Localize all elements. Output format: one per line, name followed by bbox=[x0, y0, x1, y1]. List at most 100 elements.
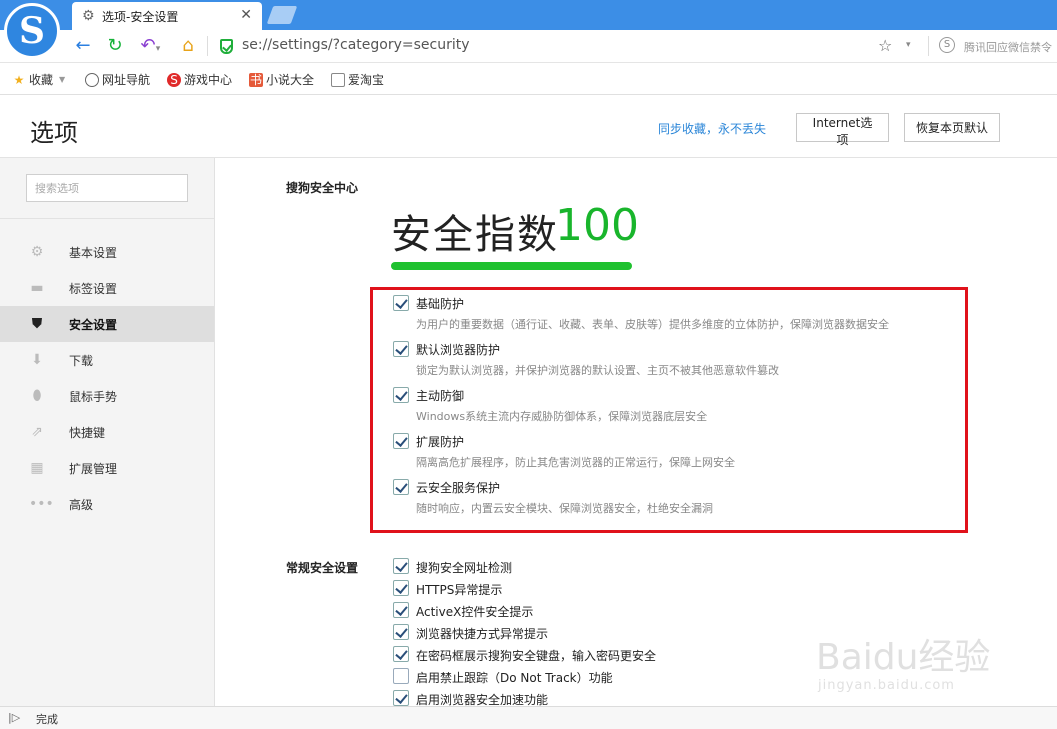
search-input[interactable] bbox=[26, 174, 188, 202]
tab-title: 选项-安全设置 bbox=[102, 9, 179, 24]
chevron-down-icon[interactable]: ▾ bbox=[906, 40, 911, 50]
option-label: ActiveX控件安全提示 bbox=[416, 605, 534, 619]
bookmark-label: 收藏 bbox=[29, 73, 54, 87]
page-icon bbox=[331, 72, 345, 87]
sidebar-toggle-icon[interactable]: |▷ bbox=[8, 711, 24, 725]
more-icon: ••• bbox=[29, 496, 54, 512]
home-icon[interactable]: ⌂ bbox=[177, 35, 199, 57]
refresh-icon[interactable]: ↻ bbox=[104, 35, 126, 57]
gear-icon: ⚙ bbox=[30, 244, 44, 260]
bookmark-favorites[interactable]: ★ 收藏 ▼ bbox=[12, 71, 66, 88]
sidebar-item-security[interactable]: ⛊ 安全设置 bbox=[0, 306, 214, 342]
title-bar: ⚙ 选项-安全设置 ✕ bbox=[0, 0, 1057, 30]
new-tab-button[interactable] bbox=[266, 6, 298, 24]
option-label: 搜狗安全网址检测 bbox=[416, 561, 513, 575]
close-tab-icon[interactable]: ✕ bbox=[240, 7, 252, 23]
security-score-bar bbox=[391, 262, 632, 270]
shortcut-icon: ⇗ bbox=[31, 424, 43, 440]
page-title: 选项 bbox=[30, 119, 78, 147]
sidebar-item-shortcuts[interactable]: ⇗ 快捷键 bbox=[0, 414, 214, 450]
sidebar-item-gestures[interactable]: ⬮ 鼠标手势 bbox=[0, 378, 214, 414]
option-label: HTTPS异常提示 bbox=[416, 583, 503, 597]
sidebar-item-tabs[interactable]: ▬ 标签设置 bbox=[0, 270, 214, 306]
bookmark-label: 游戏中心 bbox=[184, 73, 233, 87]
star-icon[interactable]: ☆ bbox=[878, 36, 892, 55]
divider bbox=[0, 218, 214, 219]
secure-shield-icon[interactable] bbox=[220, 39, 233, 54]
checkbox-extension-protection[interactable] bbox=[393, 433, 409, 449]
checkbox-https-warning[interactable] bbox=[393, 580, 409, 596]
security-score-label: 安全指数 bbox=[391, 212, 559, 258]
protection-desc: 隔离高危扩展程序，防止其危害浏览器的正常运行，保障上网安全 bbox=[416, 456, 735, 469]
chevron-down-icon[interactable]: ▼ bbox=[59, 75, 65, 84]
security-settings-panel: 搜狗安全中心 安全指数 100 基础防护 为用户的重要数据（通行证、收藏、表单、… bbox=[215, 158, 1057, 707]
tab-icon: ▬ bbox=[30, 280, 44, 296]
divider bbox=[928, 36, 929, 56]
extension-icon: ▦ bbox=[30, 460, 44, 476]
bookmark-nav[interactable]: 网址导航 bbox=[85, 71, 150, 88]
status-text: 完成 bbox=[36, 713, 58, 726]
url-input[interactable]: se://settings/?category=security bbox=[242, 37, 470, 53]
sogou-search-icon[interactable]: S bbox=[939, 37, 955, 53]
protection-desc: 为用户的重要数据（通行证、收藏、表单、皮肤等）提供多维度的立体防护，保障浏览器数… bbox=[416, 318, 889, 331]
globe-icon bbox=[85, 72, 99, 87]
browser-logo[interactable]: S bbox=[4, 3, 60, 59]
bookmark-games[interactable]: S 游戏中心 bbox=[167, 71, 232, 88]
protection-label: 基础防护 bbox=[416, 297, 465, 311]
sidebar-item-label: 高级 bbox=[69, 497, 94, 512]
checkbox-url-check[interactable] bbox=[393, 558, 409, 574]
option-label: 浏览器快捷方式异常提示 bbox=[416, 627, 549, 641]
sidebar-item-label: 鼠标手势 bbox=[69, 389, 118, 404]
protection-label: 云安全服务保护 bbox=[416, 481, 501, 495]
gear-icon: ⚙ bbox=[82, 8, 95, 24]
bookmark-taobao[interactable]: 爱淘宝 bbox=[331, 71, 384, 88]
security-score-value: 100 bbox=[555, 200, 639, 251]
sidebar-item-extensions[interactable]: ▦ 扩展管理 bbox=[0, 450, 214, 486]
bookmark-label: 小说大全 bbox=[266, 73, 315, 87]
checkbox-shortcut-warning[interactable] bbox=[393, 624, 409, 640]
checkbox-default-browser-protection[interactable] bbox=[393, 341, 409, 357]
sidebar-item-label: 下载 bbox=[69, 353, 94, 368]
protection-label: 扩展防护 bbox=[416, 435, 465, 449]
protection-desc: Windows系统主流内存威胁防御体系，保障浏览器底层安全 bbox=[416, 410, 708, 423]
browser-tab[interactable]: ⚙ 选项-安全设置 ✕ bbox=[72, 2, 262, 30]
mouse-icon: ⬮ bbox=[32, 388, 42, 404]
sidebar-item-label: 基本设置 bbox=[69, 245, 118, 260]
status-bar: |▷ 完成 bbox=[0, 706, 1057, 729]
sidebar-item-label: 快捷键 bbox=[69, 425, 106, 440]
checkbox-security-acceleration[interactable] bbox=[393, 690, 409, 706]
star-icon: ★ bbox=[13, 72, 25, 87]
bookmark-novels[interactable]: 书 小说大全 bbox=[249, 71, 314, 88]
divider bbox=[207, 36, 208, 56]
checkbox-do-not-track[interactable] bbox=[393, 668, 409, 684]
protection-label: 默认浏览器防护 bbox=[416, 343, 501, 357]
checkbox-secure-keyboard[interactable] bbox=[393, 646, 409, 662]
bookmarks-bar: ★ 收藏 ▼ 网址导航 S 游戏中心 书 小说大全 爱淘宝 bbox=[0, 63, 1057, 95]
checkbox-basic-protection[interactable] bbox=[393, 295, 409, 311]
sync-link[interactable]: 同步收藏，永不丢失 bbox=[658, 120, 766, 137]
checkbox-activex-warning[interactable] bbox=[393, 602, 409, 618]
shield-icon: ⛊ bbox=[31, 316, 43, 332]
news-ticker[interactable]: 腾讯回应微信禁令 bbox=[964, 39, 1057, 55]
protection-desc: 锁定为默认浏览器，并保护浏览器的默认设置、主页不被其他恶意软件篡改 bbox=[416, 364, 779, 377]
sidebar-item-download[interactable]: ⬇ 下载 bbox=[0, 342, 214, 378]
restore-defaults-button[interactable]: 恢复本页默认 bbox=[904, 113, 1000, 142]
address-bar: ← ↻ ↶ ▾ ⌂ se://settings/?category=securi… bbox=[0, 30, 1057, 63]
sidebar-item-label: 安全设置 bbox=[69, 317, 118, 332]
option-label: 在密码框展示搜狗安全键盘，输入密码更安全 bbox=[416, 649, 657, 663]
section-label-general-security: 常规安全设置 bbox=[286, 561, 359, 575]
option-label: 启用禁止跟踪（Do Not Track）功能 bbox=[416, 671, 613, 685]
back-icon[interactable]: ← bbox=[72, 35, 94, 57]
chevron-down-icon[interactable]: ▾ bbox=[153, 38, 163, 60]
novel-icon: 书 bbox=[249, 72, 263, 87]
protection-desc: 随时响应，内置云安全模块、保障浏览器安全，杜绝安全漏洞 bbox=[416, 502, 713, 515]
protection-label: 主动防御 bbox=[416, 389, 465, 403]
checkbox-cloud-protection[interactable] bbox=[393, 479, 409, 495]
sidebar-item-basic[interactable]: ⚙ 基本设置 bbox=[0, 234, 214, 270]
sidebar-item-advanced[interactable]: ••• 高级 bbox=[0, 486, 214, 522]
section-label-security-center: 搜狗安全中心 bbox=[286, 181, 359, 195]
internet-options-button[interactable]: Internet选项 bbox=[796, 113, 889, 147]
sidebar: ⚙ 基本设置 ▬ 标签设置 ⛊ 安全设置 ⬇ 下载 ⬮ 鼠标手势 ⇗ 快捷键 ▦… bbox=[0, 158, 215, 706]
checkbox-active-defense[interactable] bbox=[393, 387, 409, 403]
bookmark-label: 爱淘宝 bbox=[348, 73, 385, 87]
